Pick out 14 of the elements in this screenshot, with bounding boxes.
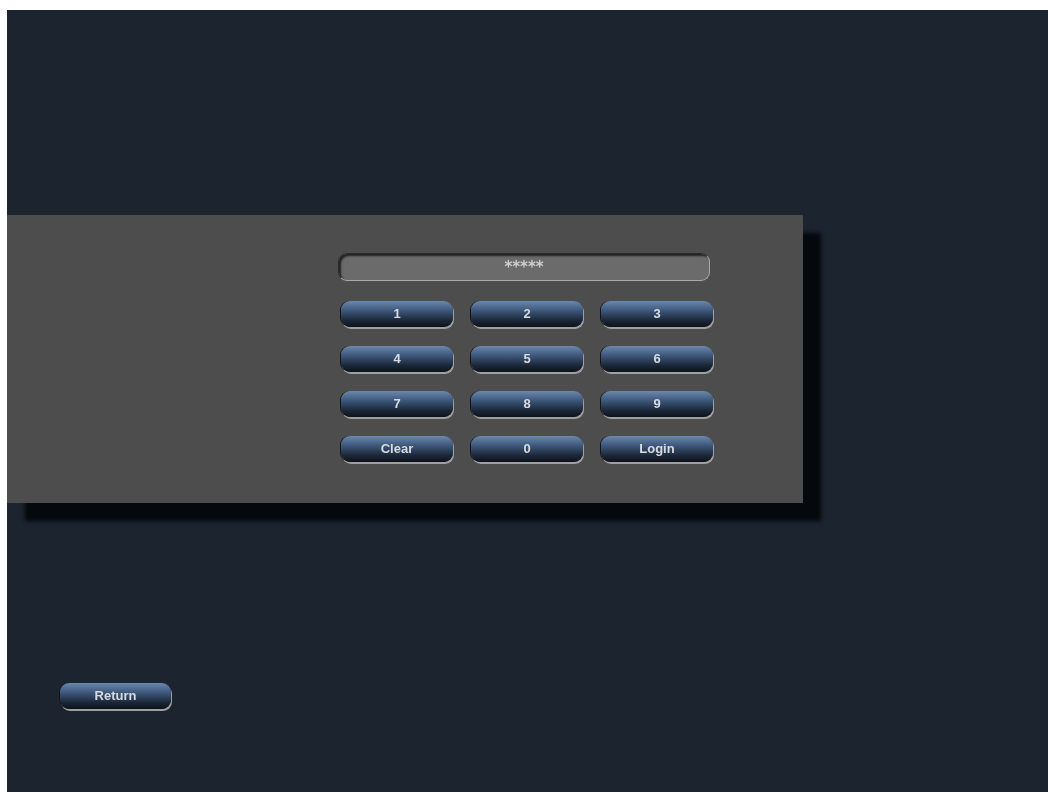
return-button[interactable]: Return [60,683,171,709]
keypad-button[interactable]: Login [601,436,713,462]
keypad-button[interactable]: 9 [601,391,713,417]
keypad-button[interactable]: 6 [601,346,713,372]
password-field[interactable]: ***** [338,253,710,281]
keypad-button[interactable]: 7 [341,391,453,417]
keypad-button[interactable]: 3 [601,301,713,327]
keypad-button[interactable]: 8 [471,391,583,417]
keypad-button[interactable]: Clear [341,436,453,462]
keypad-button[interactable]: 0 [471,436,583,462]
keypad-button[interactable]: 1 [341,301,453,327]
keypad-button[interactable]: 2 [471,301,583,327]
keypad-button[interactable]: 5 [471,346,583,372]
keypad-button[interactable]: 4 [341,346,453,372]
